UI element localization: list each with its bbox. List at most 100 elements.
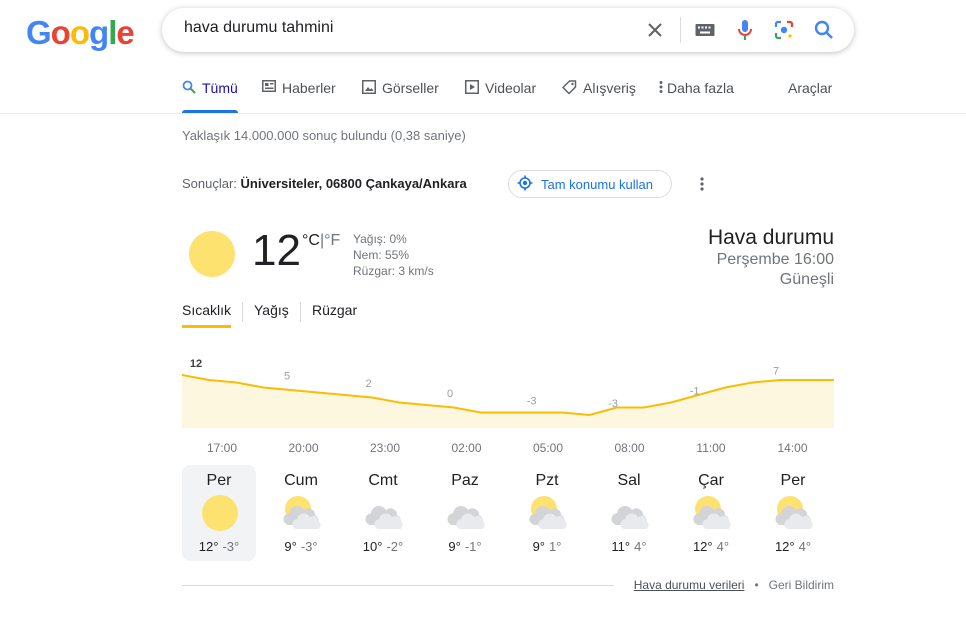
chart-time-tick: 08:00 — [614, 441, 645, 455]
tab-all[interactable]: Tümü — [182, 80, 238, 113]
tab-label: Alışveriş — [583, 80, 636, 96]
partly-cloudy-icon — [775, 496, 813, 529]
result-stats: Yaklaşık 14.000.000 sonuç bulundu (0,38 … — [182, 128, 466, 143]
location-target-icon — [517, 175, 533, 194]
forecast-high: 12° — [774, 539, 795, 554]
forecast-low: 1° — [549, 539, 562, 554]
chart-time-tick: 23:00 — [369, 441, 401, 455]
current-temperature: 12 — [252, 226, 301, 275]
tab-temperature[interactable]: Sıcaklık — [182, 302, 232, 328]
forecast-day[interactable]: Paz 9° -1° — [428, 465, 502, 561]
chart-time-tick: 14:00 — [777, 441, 808, 455]
forecast-temps: 9° 1° — [510, 539, 584, 554]
tab-videos[interactable]: Videolar — [465, 80, 536, 112]
sunny-icon — [202, 495, 238, 531]
tab-wind[interactable]: Rüzgar — [312, 302, 357, 318]
forecast-low: -3° — [222, 539, 240, 554]
chart-value-label: -3 — [527, 396, 537, 408]
chart-value-label: 0 — [447, 388, 453, 400]
precipitation-text: Yağış: 0% — [353, 232, 407, 246]
forecast-temps: 11° 4° — [592, 539, 666, 554]
forecast-temps: 10° -2° — [346, 539, 420, 554]
tab-shopping[interactable]: Alışveriş — [562, 80, 636, 112]
logo-letter: g — [89, 14, 109, 51]
microphone-icon[interactable] — [734, 19, 756, 41]
fahrenheit-unit[interactable]: °F — [324, 232, 340, 249]
forecast-high: 12° — [198, 539, 219, 554]
forecast-day-name: Paz — [451, 472, 479, 489]
tabs-divider — [0, 113, 966, 114]
forecast-day[interactable]: Per 12° -3° — [182, 465, 256, 561]
location-line: Sonuçlar: Üniversiteler, 06800 Çankaya/A… — [182, 176, 467, 191]
logo-letter: l — [108, 14, 117, 51]
weather-data-source-link[interactable]: Hava durumu verileri — [634, 578, 745, 592]
search-divider — [680, 17, 681, 43]
chart-time-tick: 11:00 — [696, 441, 726, 455]
forecast-high: 10° — [362, 539, 383, 554]
forecast-day[interactable]: Per 12° 4° — [756, 465, 830, 561]
chart-time-tick: 02:00 — [451, 441, 482, 455]
forecast-day[interactable]: Pzt 9° 1° — [510, 465, 584, 561]
logo-letter: o — [69, 14, 90, 51]
forecast-low: 4° — [634, 539, 647, 554]
forecast-high: 9° — [448, 539, 461, 554]
forecast-day-name: Pzt — [535, 472, 559, 489]
forecast-high: 12° — [692, 539, 713, 554]
more-options-icon[interactable] — [696, 174, 708, 194]
chart-value-label: 12 — [190, 358, 202, 370]
more-vert-icon — [659, 80, 663, 94]
clear-icon[interactable] — [644, 19, 666, 41]
chart-value-label: -1 — [690, 386, 700, 398]
forecast-day[interactable]: Sal 11° 4° — [592, 465, 666, 561]
footer-divider — [182, 585, 614, 586]
forecast-temps: 9° -1° — [428, 539, 502, 554]
search-icon[interactable] — [813, 19, 835, 41]
unit-switch: °C|°F — [302, 232, 340, 250]
chart-time-axis: 17:00 20:00 23:00 02:00 05:00 08:00 11:00 14:00 — [182, 441, 834, 457]
forecast-day-name: Çar — [698, 472, 724, 489]
forecast-day[interactable]: Çar 12° 4° — [674, 465, 748, 561]
location-button-label: Tam konumu kullan — [541, 176, 653, 192]
daily-forecast: Per 12° -3° Cum 9° -3° Cmt 10° -2° Paz 9° -1° Pzt 9° 1… — [182, 465, 834, 561]
tab-news[interactable]: Haberler — [262, 80, 336, 112]
forecast-low: -3° — [300, 539, 318, 554]
footer-separator: • — [754, 578, 759, 592]
tab-label: Videolar — [485, 80, 537, 96]
forecast-temps: 12° -3° — [182, 539, 256, 554]
use-precise-location-button[interactable]: Tam konumu kullan — [508, 170, 672, 198]
logo-letter: e — [116, 14, 134, 51]
chart-value-label: 2 — [366, 378, 372, 390]
temperature-area — [182, 375, 834, 428]
keyboard-icon[interactable] — [694, 19, 716, 41]
tab-separator — [300, 302, 301, 322]
google-logo[interactable]: Google — [26, 14, 135, 52]
forecast-day-name: Cmt — [368, 472, 398, 489]
wind-text: Rüzgar: 3 km/s — [353, 264, 434, 278]
forecast-day[interactable]: Cmt 10° -2° — [346, 465, 420, 561]
search-input[interactable] — [182, 18, 626, 38]
tab-label: Daha fazla — [667, 80, 734, 96]
weather-footer: Hava durumu verileri • Geri Bildirim — [634, 578, 834, 592]
tab-precipitation[interactable]: Yağış — [254, 302, 289, 318]
chart-time-tick: 17:00 — [206, 441, 238, 455]
forecast-low: 4° — [798, 539, 812, 554]
forecast-day-name: Per — [780, 472, 806, 489]
feedback-link[interactable]: Geri Bildirim — [769, 578, 834, 592]
forecast-high: 11° — [611, 539, 631, 554]
tab-separator — [242, 302, 243, 322]
forecast-low: -1° — [464, 539, 482, 554]
tools-button[interactable]: Araçlar — [788, 80, 832, 112]
chart-value-label: 7 — [773, 366, 779, 378]
tab-more[interactable]: Daha fazla — [659, 80, 734, 112]
temperature-chart: 12 5 2 0 -3 -3 -1 7 — [182, 358, 834, 428]
partly-cloudy-icon — [693, 496, 731, 529]
sunny-icon — [189, 231, 235, 277]
forecast-low: -2° — [386, 539, 404, 554]
celsius-unit[interactable]: °C — [302, 232, 320, 249]
lens-icon[interactable] — [773, 19, 795, 41]
weather-title: Hava durumu — [707, 226, 834, 249]
partly-cloudy-icon — [529, 496, 567, 529]
tab-images[interactable]: Görseller — [362, 80, 439, 112]
humidity-text: Nem: 55% — [353, 248, 410, 262]
forecast-day[interactable]: Cum 9° -3° — [264, 465, 338, 561]
